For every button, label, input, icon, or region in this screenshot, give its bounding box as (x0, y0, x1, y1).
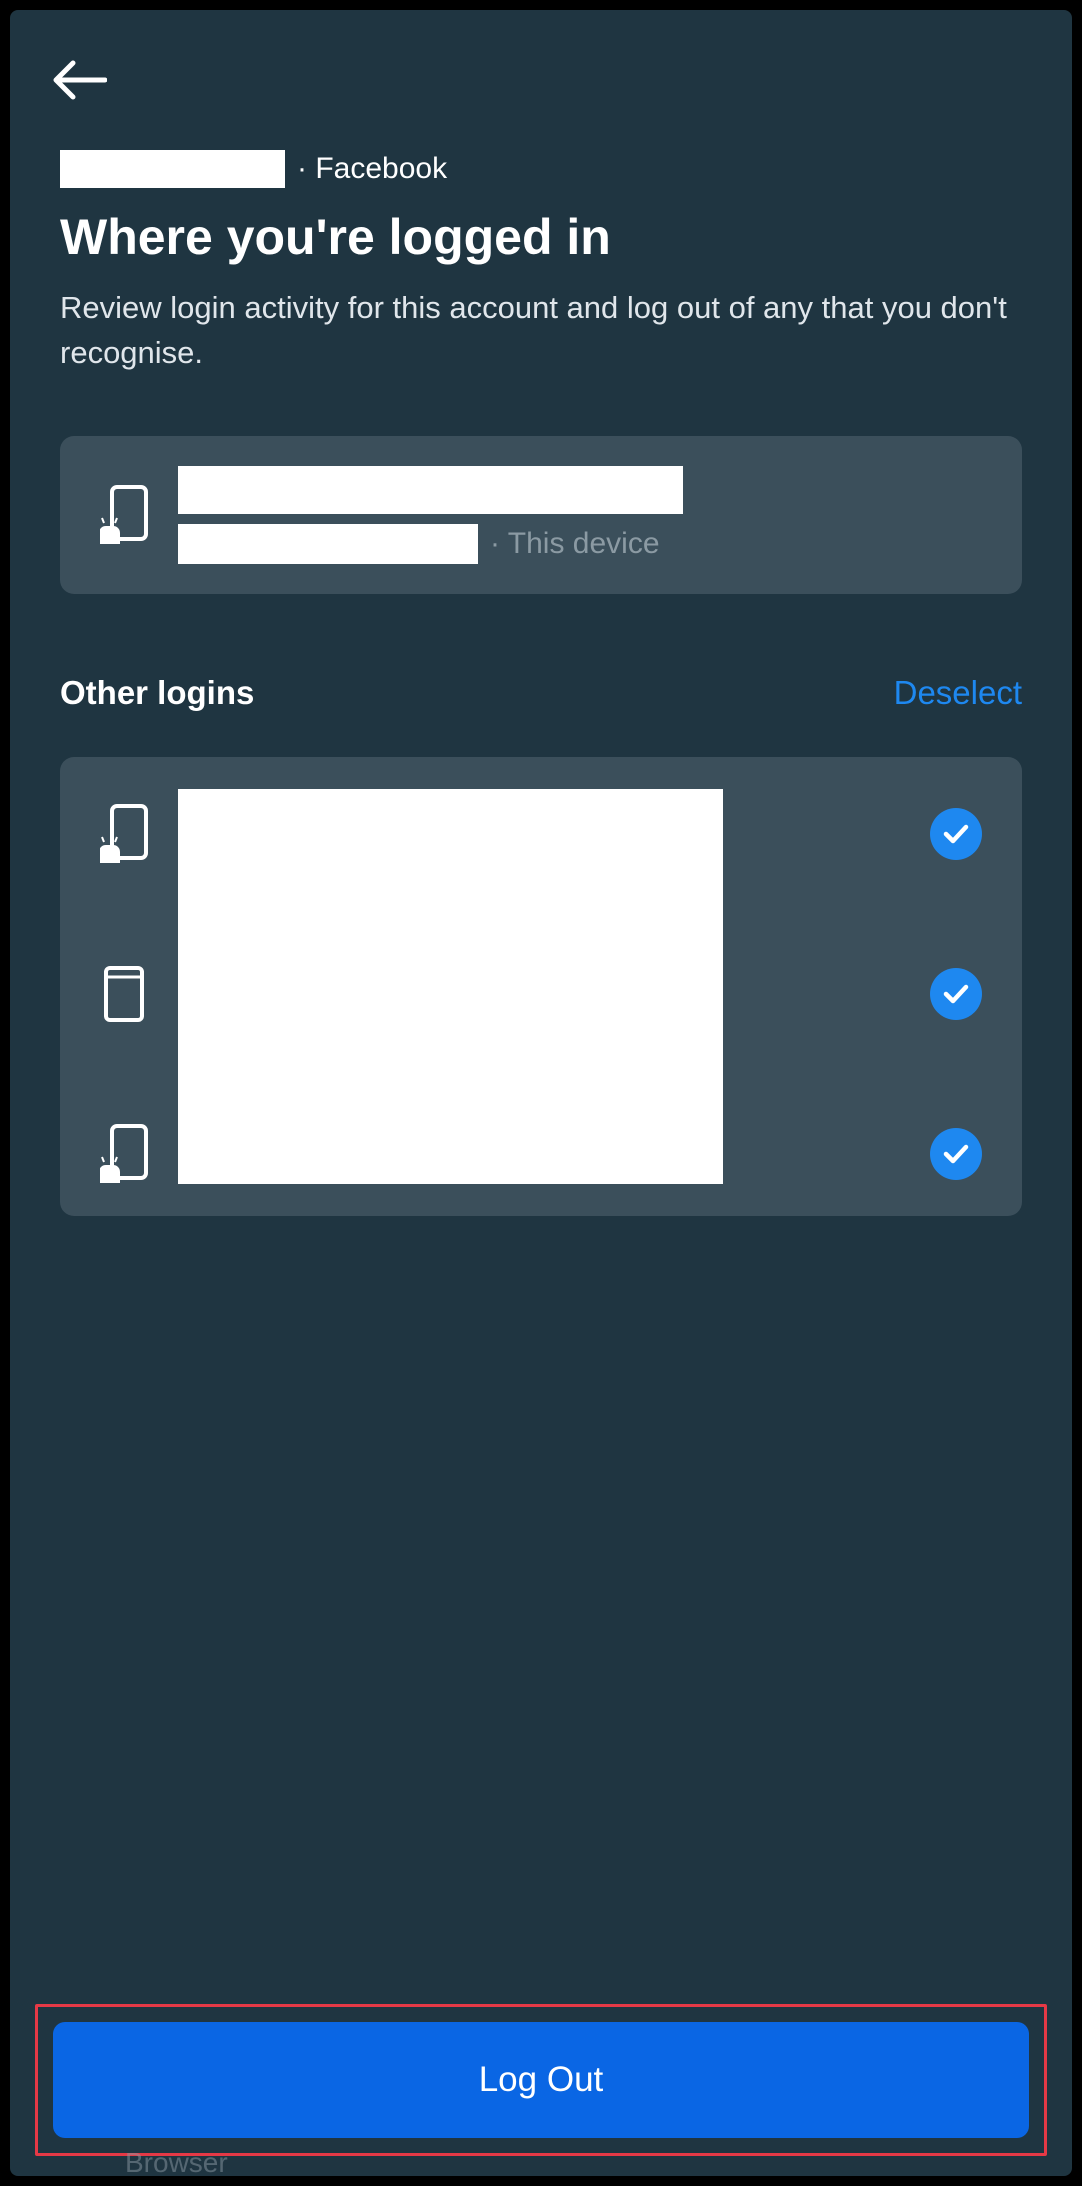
this-device-label: · This device (490, 527, 660, 561)
logout-highlight-box: Log Out (35, 2004, 1047, 2156)
breadcrumb-user-redacted (60, 150, 285, 188)
deselect-link[interactable]: Deselect (894, 674, 1022, 712)
other-logins-card (60, 757, 1022, 1216)
login-select-checkbox[interactable] (930, 808, 982, 860)
current-device-location-redacted (178, 524, 478, 564)
arrow-left-icon (53, 60, 107, 100)
logout-button[interactable]: Log Out (53, 2022, 1029, 2138)
tablet-icon (100, 964, 148, 1024)
other-logins-content-redacted (178, 789, 723, 1184)
android-phone-icon (100, 804, 148, 864)
check-icon (943, 984, 969, 1004)
android-phone-icon (100, 485, 148, 545)
check-icon (943, 1144, 969, 1164)
login-select-checkbox[interactable] (930, 968, 982, 1020)
other-logins-title: Other logins (60, 674, 254, 712)
page-description: Review login activity for this account a… (10, 286, 1072, 416)
page-title: Where you're logged in (10, 188, 1072, 286)
android-phone-icon (100, 1124, 148, 1184)
breadcrumb: · Facebook (10, 110, 1072, 188)
check-icon (943, 824, 969, 844)
breadcrumb-app-name: · Facebook (297, 152, 447, 186)
current-device-name-redacted (178, 466, 683, 514)
under-browser-text: Browser (125, 2147, 228, 2179)
login-select-checkbox[interactable] (930, 1128, 982, 1180)
current-device-card[interactable]: · This device (60, 436, 1022, 594)
back-button[interactable] (50, 50, 110, 110)
